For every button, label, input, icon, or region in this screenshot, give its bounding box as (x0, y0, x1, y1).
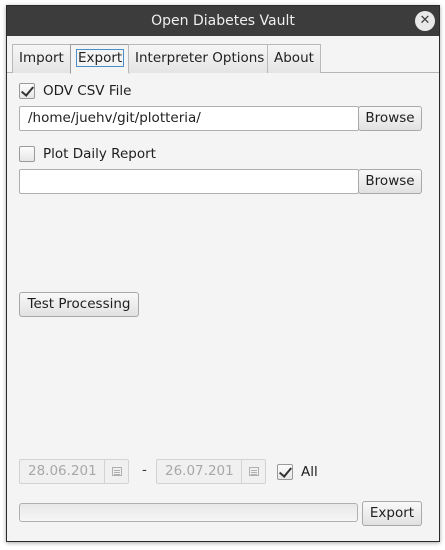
date-to-value[interactable]: 26.07.201 (157, 460, 241, 483)
tab-bar: Import Export Interpreter Options About (7, 36, 439, 74)
tab-about[interactable]: About (267, 44, 321, 73)
date-from-picker[interactable]: 28.06.201 (19, 459, 129, 484)
date-range-separator: - (142, 462, 147, 478)
date-from-value[interactable]: 28.06.201 (20, 460, 104, 483)
all-dates-label: All (301, 464, 318, 480)
calendar-icon (248, 467, 259, 476)
test-processing-button[interactable]: Test Processing (19, 292, 139, 317)
date-to-calendar-button[interactable] (241, 460, 265, 483)
tab-label: Export (75, 49, 125, 67)
daily-report-label: Plot Daily Report (43, 146, 156, 162)
all-dates-row: All (277, 462, 318, 482)
app-window: Open Diabetes Vault ✕ Import Export Inte… (6, 5, 440, 542)
daily-report-row: Plot Daily Report (19, 144, 156, 164)
title-bar: Open Diabetes Vault ✕ (7, 6, 439, 36)
daily-report-checkbox[interactable] (19, 146, 35, 162)
window-title: Open Diabetes Vault (151, 13, 295, 29)
odv-csv-checkbox[interactable] (19, 83, 35, 99)
odv-csv-browse-button[interactable]: Browse (358, 106, 422, 131)
tab-export[interactable]: Export (70, 44, 131, 74)
tab-label: Interpreter Options (135, 50, 265, 66)
odv-csv-row: ODV CSV File (19, 81, 131, 101)
tab-label: About (274, 50, 314, 66)
close-icon[interactable]: ✕ (415, 11, 435, 31)
date-to-picker[interactable]: 26.07.201 (156, 459, 266, 484)
all-dates-checkbox[interactable] (277, 464, 293, 480)
odv-csv-path-field[interactable]: /home/juehv/git/plotteria/ (19, 106, 359, 131)
export-progress-bar (19, 503, 358, 522)
daily-report-browse-button[interactable]: Browse (358, 169, 422, 194)
tab-label: Import (19, 50, 64, 66)
daily-report-path-field[interactable] (19, 169, 359, 194)
odv-csv-label: ODV CSV File (43, 83, 132, 99)
tab-import[interactable]: Import (12, 44, 71, 73)
calendar-icon (111, 467, 122, 476)
export-button[interactable]: Export (362, 501, 422, 526)
date-from-calendar-button[interactable] (104, 460, 128, 483)
tab-interpreter-options[interactable]: Interpreter Options (128, 44, 272, 73)
